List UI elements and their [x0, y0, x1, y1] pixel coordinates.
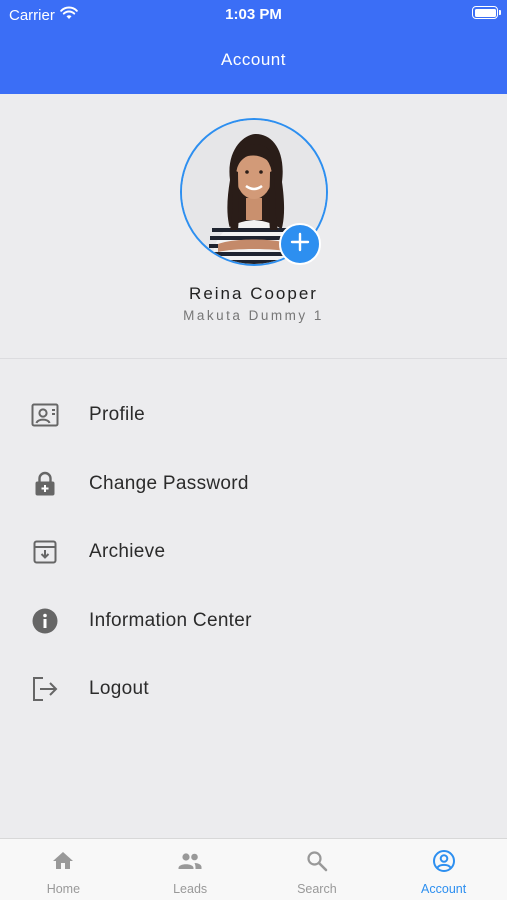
people-icon — [127, 849, 254, 873]
profile-section: Reina Cooper Makuta Dummy 1 — [0, 94, 507, 359]
tab-label: Search — [297, 882, 337, 896]
menu-item-label: Logout — [89, 678, 149, 700]
menu-item-profile[interactable]: Profile — [0, 381, 507, 450]
menu-item-information-center[interactable]: Information Center — [0, 587, 507, 656]
home-icon — [0, 849, 127, 873]
tab-search[interactable]: Search — [254, 839, 381, 900]
tab-label: Account — [421, 882, 467, 896]
menu-item-archieve[interactable]: Archieve — [0, 518, 507, 587]
status-time: 1:03 PM — [225, 6, 282, 23]
menu-item-label: Archieve — [89, 541, 166, 563]
profile-card-icon — [30, 400, 60, 430]
page-title: Account — [221, 50, 286, 69]
tab-label: Leads — [173, 882, 208, 896]
archive-icon — [30, 537, 60, 567]
search-icon — [254, 849, 381, 873]
menu-item-label: Information Center — [89, 609, 252, 631]
tab-home[interactable]: Home — [0, 839, 127, 900]
app-header: Carrier 1:03 PM Account — [0, 0, 507, 94]
menu-item-change-password[interactable]: Change Password — [0, 450, 507, 519]
status-bar: Carrier 1:03 PM — [0, 0, 507, 30]
menu-item-logout[interactable]: Logout — [0, 655, 507, 724]
tab-leads[interactable]: Leads — [127, 839, 254, 900]
battery-icon — [472, 6, 501, 19]
tab-account[interactable]: Account — [380, 839, 507, 900]
bottom-tab-bar: Home Leads Search Account — [0, 838, 507, 900]
profile-subtitle: Makuta Dummy 1 — [183, 308, 324, 323]
logout-icon — [30, 674, 60, 704]
status-right — [472, 6, 501, 19]
plus-icon — [290, 232, 310, 257]
add-photo-button[interactable] — [279, 223, 321, 265]
menu-item-label: Profile — [89, 404, 145, 426]
tab-label: Home — [46, 882, 81, 896]
info-icon — [30, 606, 60, 636]
menu-item-label: Change Password — [89, 472, 249, 494]
account-menu: Profile Change Password Archieve Informa… — [0, 381, 507, 724]
lock-icon — [30, 469, 60, 499]
profile-name: Reina Cooper — [189, 284, 318, 303]
account-circle-icon — [380, 849, 507, 873]
